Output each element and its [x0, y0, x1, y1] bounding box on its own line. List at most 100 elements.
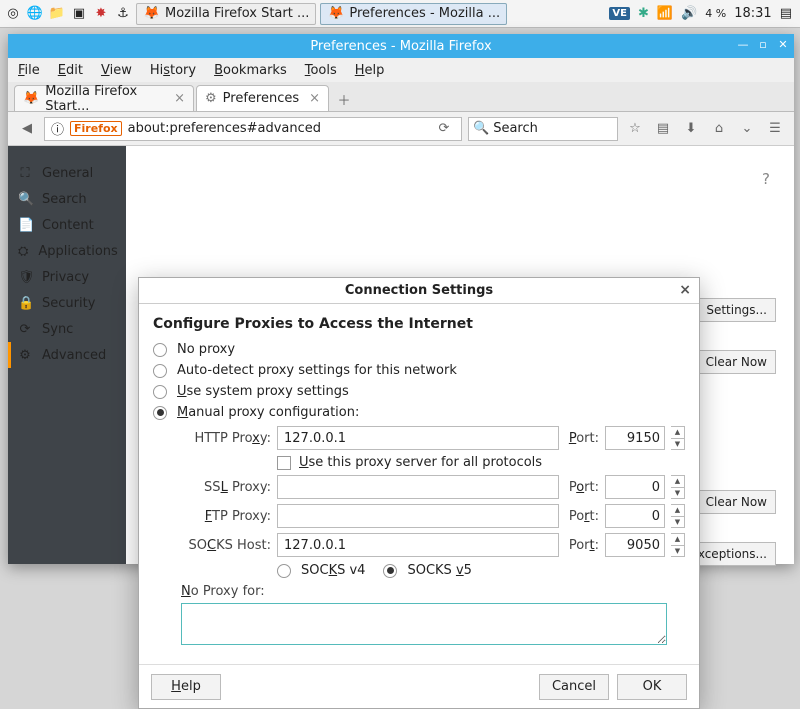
sync-icon: ⟳	[18, 322, 32, 337]
ve-indicator-icon[interactable]: VE	[609, 7, 630, 20]
search-icon: 🔍	[473, 121, 489, 136]
window-titlebar[interactable]: Preferences - Mozilla Firefox — ▫ ✕	[8, 34, 794, 58]
sidebar-item-security[interactable]: 🔒Security	[8, 290, 126, 316]
identity-icon: ⓘ	[51, 119, 64, 138]
bluetooth-icon[interactable]: ✱	[638, 6, 649, 21]
dialog-footer: Help Cancel OK	[139, 664, 699, 708]
connection-settings-dialog: Connection Settings × Configure Proxies …	[138, 277, 700, 709]
dialog-title: Connection Settings	[345, 283, 493, 298]
sidebar-item-content[interactable]: 📄Content	[8, 212, 126, 238]
clock-label[interactable]: 18:31	[734, 6, 771, 21]
sidebar-item-privacy[interactable]: 🛡Privacy	[8, 264, 126, 290]
http-proxy-input[interactable]	[277, 426, 559, 450]
ftp-port-spinner[interactable]: ▲▼	[671, 504, 685, 528]
dialog-close-button[interactable]: ×	[679, 282, 691, 298]
url-field[interactable]: ⓘ Firefox about:preferences#advanced ⟳	[44, 117, 462, 141]
bookmark-star-icon[interactable]: ☆	[624, 118, 646, 140]
pocket-icon[interactable]: ⌄	[736, 118, 758, 140]
dialog-titlebar[interactable]: Connection Settings ×	[139, 278, 699, 304]
menu-edit[interactable]: Edit	[58, 63, 83, 78]
firefox-icon: 🦊	[327, 5, 345, 23]
tab-close-icon[interactable]: ×	[309, 91, 320, 106]
close-button[interactable]: ✕	[776, 37, 790, 51]
new-tab-button[interactable]: ＋	[331, 87, 357, 111]
socks-host-label: SOCKS Host:	[181, 538, 271, 553]
menu-view[interactable]: View	[101, 63, 132, 78]
taskbar-app-preferences[interactable]: 🦊 Preferences - Mozilla ...	[320, 3, 507, 25]
globe-icon[interactable]: 🌐	[26, 5, 44, 23]
radio-auto-detect[interactable]: Auto-detect proxy settings for this netw…	[153, 363, 685, 378]
library-icon[interactable]: ▤	[652, 118, 674, 140]
radio-no-proxy[interactable]: No proxy	[153, 342, 685, 357]
no-proxy-textarea[interactable]	[181, 603, 667, 645]
volume-icon[interactable]: 🔊	[681, 6, 697, 21]
wifi-icon[interactable]: 📶	[657, 6, 673, 21]
sidebar-item-advanced[interactable]: ⚙Advanced	[8, 342, 126, 368]
menu-file[interactable]: File	[18, 63, 40, 78]
window-title: Preferences - Mozilla Firefox	[310, 39, 491, 54]
tab-label: Preferences	[223, 91, 299, 106]
clear-now-button[interactable]: Clear Now	[697, 350, 776, 374]
tab-firefox-start[interactable]: 🦊 Mozilla Firefox Start... ×	[14, 85, 194, 111]
search-field[interactable]: 🔍 Search	[468, 117, 618, 141]
settings-button[interactable]: Settings...	[697, 298, 776, 322]
taskbar-label: Preferences - Mozilla ...	[349, 6, 500, 21]
ftp-port-input[interactable]	[605, 504, 665, 528]
terminal-icon[interactable]: ▣	[70, 5, 88, 23]
use-for-all-checkbox-row[interactable]: Use this proxy server for all protocols	[277, 455, 685, 470]
back-button[interactable]: ◀	[16, 118, 38, 140]
menu-tools[interactable]: Tools	[305, 63, 337, 78]
socks-port-spinner[interactable]: ▲▼	[671, 533, 685, 557]
socks-host-input[interactable]	[277, 533, 559, 557]
help-icon[interactable]: ?	[762, 170, 770, 188]
http-port-input[interactable]	[605, 426, 665, 450]
cancel-button[interactable]: Cancel	[539, 674, 609, 700]
minimize-button[interactable]: —	[736, 37, 750, 51]
files-icon[interactable]: 📁	[48, 5, 66, 23]
applications-icon: ⛭	[18, 244, 28, 259]
wireshark-icon[interactable]: ⚓	[114, 5, 132, 23]
ftp-proxy-input[interactable]	[277, 504, 559, 528]
ssl-proxy-input[interactable]	[277, 475, 559, 499]
advanced-icon: ⚙	[18, 348, 32, 363]
menu-bookmarks[interactable]: Bookmarks	[214, 63, 287, 78]
menu-icon[interactable]: ◎	[4, 5, 22, 23]
radio-manual-proxy[interactable]: Manual proxy configuration:	[153, 405, 685, 420]
sidebar-item-sync[interactable]: ⟳Sync	[8, 316, 126, 342]
home-icon[interactable]: ⌂	[708, 118, 730, 140]
reload-icon[interactable]: ⟳	[433, 121, 455, 136]
http-port-spinner[interactable]: ▲▼	[671, 426, 685, 450]
battery-label[interactable]: 4 %	[705, 7, 726, 20]
hamburger-menu-icon[interactable]: ☰	[764, 118, 786, 140]
radio-socks-v4[interactable]: SOCKS v4	[277, 563, 365, 578]
dialog-heading: Configure Proxies to Access the Internet	[153, 316, 685, 332]
ssl-port-input[interactable]	[605, 475, 665, 499]
sidebar-item-applications[interactable]: ⛭Applications	[8, 238, 126, 264]
menu-history[interactable]: History	[150, 63, 196, 78]
general-icon: ⛶	[18, 166, 32, 181]
tab-close-icon[interactable]: ×	[174, 91, 185, 106]
content-area: ⛶General 🔍Search 📄Content ⛭Applications …	[8, 146, 794, 564]
menu-help[interactable]: Help	[355, 63, 385, 78]
clear-now-button-2[interactable]: Clear Now	[697, 490, 776, 514]
ftp-proxy-label: FTP Proxy:	[181, 509, 271, 524]
tab-preferences[interactable]: ⚙ Preferences ×	[196, 85, 329, 111]
maximize-button[interactable]: ▫	[756, 37, 770, 51]
help-button[interactable]: Help	[151, 674, 221, 700]
bug-icon[interactable]: ✸	[92, 5, 110, 23]
ok-button[interactable]: OK	[617, 674, 687, 700]
proxy-fields: HTTP Proxy: Port: ▲▼ Use this proxy serv…	[181, 426, 685, 578]
sidebar-item-general[interactable]: ⛶General	[8, 160, 126, 186]
firefox-window: Preferences - Mozilla Firefox — ▫ ✕ File…	[8, 34, 794, 564]
radio-system-proxy[interactable]: Use system proxy settings	[153, 384, 685, 399]
ssl-port-spinner[interactable]: ▲▼	[671, 475, 685, 499]
downloads-icon[interactable]: ⬇	[680, 118, 702, 140]
sidebar-item-search[interactable]: 🔍Search	[8, 186, 126, 212]
firefox-badge: Firefox	[70, 121, 122, 136]
radio-icon	[153, 364, 167, 378]
tray-menu-icon[interactable]: ▤	[780, 6, 792, 21]
port-label: Port:	[565, 538, 599, 553]
radio-socks-v5[interactable]: SOCKS v5	[383, 563, 471, 578]
taskbar-app-firefox-start[interactable]: 🦊 Mozilla Firefox Start ...	[136, 3, 316, 25]
socks-port-input[interactable]	[605, 533, 665, 557]
